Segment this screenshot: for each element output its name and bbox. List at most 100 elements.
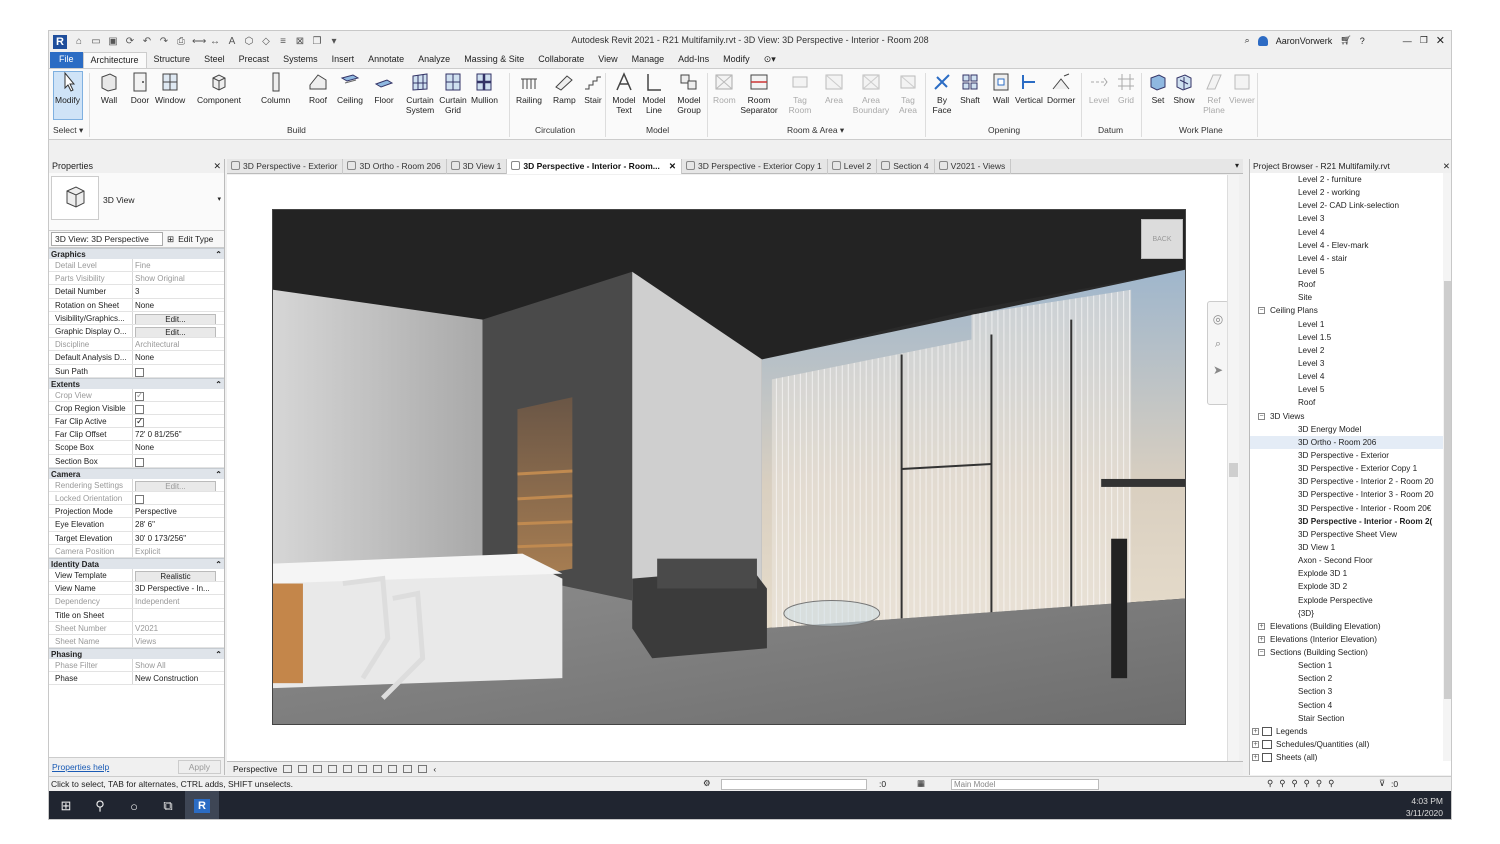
browser-item[interactable]: −3D Views (1250, 410, 1451, 423)
home-icon[interactable]: ⌂ (73, 36, 85, 47)
visual-style-icon[interactable] (298, 764, 308, 773)
property-value[interactable]: Explicit (133, 545, 224, 557)
redo-icon[interactable]: ↷ (158, 36, 170, 47)
property-value[interactable]: Independent (133, 595, 224, 607)
stair-button[interactable]: Stair (582, 71, 604, 105)
property-value[interactable] (133, 389, 224, 401)
close-icon[interactable]: ✕ (1436, 34, 1445, 47)
panel-room-area[interactable]: Room & Area ▾ (787, 125, 844, 136)
properties-help-link[interactable]: Properties help (52, 762, 109, 772)
browser-item[interactable]: 3D Perspective - Interior 2 - Room 20 (1250, 475, 1451, 488)
area-button[interactable]: Area (823, 71, 845, 105)
browser-item[interactable]: Axon - Second Floor (1250, 554, 1451, 567)
browser-item[interactable]: − Ceiling Plans (1250, 304, 1451, 317)
browser-item[interactable]: Roof (1250, 396, 1451, 409)
window-button[interactable]: Window (155, 71, 185, 105)
analytical-model-icon[interactable] (418, 764, 428, 773)
property-value[interactable] (133, 492, 224, 504)
tab-analyze[interactable]: Analyze (411, 52, 457, 68)
mullion-button[interactable]: Mullion (471, 71, 498, 105)
property-value[interactable]: None (133, 441, 224, 453)
browser-item[interactable]: 3D Energy Model (1250, 423, 1451, 436)
property-value[interactable]: Edit... (133, 325, 224, 338)
property-value[interactable]: Show All (133, 659, 224, 671)
property-group[interactable]: Graphics ⌃ (49, 248, 224, 259)
browser-item[interactable]: + Elevations (Building Elevation) (1250, 620, 1451, 633)
property-checkbox[interactable] (135, 416, 144, 428)
property-value[interactable]: Edit... (133, 312, 224, 324)
type-selector[interactable]: 3D View ▾ (49, 173, 224, 231)
view-tab[interactable]: V2021 - Views (935, 159, 1012, 174)
browser-item[interactable]: + Sheets (all) (1250, 751, 1451, 764)
browser-item[interactable]: 3D Perspective - Interior - Room 2( (1250, 515, 1451, 528)
property-value[interactable] (133, 455, 224, 467)
scrollbar-thumb[interactable] (1229, 463, 1238, 477)
property-value[interactable]: New Construction (133, 672, 224, 684)
steering-wheel-icon[interactable]: ◎ (1208, 312, 1228, 326)
viewer-button[interactable]: Viewer (1229, 71, 1255, 105)
grid-button[interactable]: Grid (1115, 71, 1137, 105)
collapse-icon[interactable]: − (1258, 307, 1265, 315)
browser-item[interactable]: Section 2 (1250, 672, 1451, 685)
tag-room-button[interactable]: Tag Room (787, 71, 813, 115)
property-value[interactable]: None (133, 299, 224, 311)
browser-item[interactable]: Level 2 - furniture (1250, 173, 1451, 186)
tag-area-button[interactable]: Tag Area (896, 71, 920, 115)
panel-select[interactable]: Select ▾ (53, 125, 83, 136)
close-icon[interactable]: ✕ (1443, 161, 1450, 171)
minimize-icon[interactable]: — (1403, 36, 1412, 46)
wall-opening-button[interactable]: Wall (990, 71, 1012, 105)
help-icon[interactable]: ? (1360, 36, 1365, 46)
tab-architecture[interactable]: Architecture (82, 52, 147, 68)
browser-item[interactable]: Explode 3D 2 (1250, 580, 1451, 593)
browser-item[interactable]: 3D Ortho - Room 206 (1250, 435, 1451, 449)
property-value[interactable]: Show Original (133, 272, 224, 284)
editable-only-icon[interactable]: ▦ (917, 778, 925, 789)
browser-item[interactable]: Roof (1250, 278, 1451, 291)
tab-view[interactable]: View (591, 52, 624, 68)
scroll-left-icon[interactable]: ‹ (433, 764, 436, 774)
view-tab[interactable]: 3D Ortho - Room 206 (343, 159, 447, 174)
expand-icon[interactable]: + (1252, 741, 1259, 749)
browser-item[interactable]: Level 2 - working (1250, 186, 1451, 199)
ceiling-button[interactable]: Ceiling (337, 71, 363, 105)
browser-item[interactable]: 3D Perspective - Exterior Copy 1 (1250, 462, 1451, 475)
property-group[interactable]: Identity Data ⌃ (49, 557, 224, 569)
collapse-icon[interactable]: − (1258, 649, 1265, 657)
property-value[interactable] (133, 402, 224, 414)
property-value[interactable]: Views (133, 635, 224, 647)
tab-manage[interactable]: Manage (625, 52, 672, 68)
fly-icon[interactable]: ➤ (1208, 363, 1228, 377)
property-value[interactable]: 28' 6" (133, 518, 224, 530)
tab-precast[interactable]: Precast (232, 52, 277, 68)
print-icon[interactable]: ⎙ (175, 36, 187, 47)
tab-systems[interactable]: Systems (276, 52, 325, 68)
binoculars-icon[interactable]: ⌕ (1245, 35, 1250, 46)
browser-item[interactable]: {3D} (1250, 607, 1451, 620)
measure-icon[interactable]: ⟷ (192, 36, 206, 47)
section-icon[interactable]: ◇ (260, 36, 272, 47)
edit-type-button[interactable]: Edit Type (178, 234, 213, 244)
door-button[interactable]: Door (129, 71, 151, 105)
property-value[interactable]: 3 (133, 285, 224, 297)
render-icon[interactable] (343, 764, 353, 773)
view-tab[interactable]: 3D View 1 (447, 159, 508, 174)
set-workplane-button[interactable]: Set (1147, 71, 1169, 105)
browser-item[interactable]: 3D Perspective Sheet View (1250, 528, 1451, 541)
tab-steel[interactable]: Steel (197, 52, 232, 68)
browser-item[interactable]: Section 1 (1250, 659, 1451, 672)
curtain-system-button[interactable]: Curtain System (405, 71, 435, 115)
chevron-down-icon[interactable]: ▾ (217, 195, 221, 203)
expand-icon[interactable]: + (1252, 727, 1259, 735)
browser-item[interactable]: Level 2- CAD Link-selection (1250, 199, 1451, 212)
property-checkbox[interactable] (135, 367, 144, 377)
revit-taskbar-icon[interactable]: R (185, 791, 219, 819)
search-icon[interactable]: ⚲ (83, 791, 117, 819)
tab-add-ins[interactable]: Add-Ins (671, 52, 716, 68)
temp-hide-icon[interactable] (388, 764, 398, 773)
collapse-icon[interactable]: ⌃ (215, 470, 222, 479)
model-group-button[interactable]: Model Group (674, 71, 704, 115)
open-icon[interactable]: ▭ (90, 36, 102, 47)
vertical-opening-button[interactable]: Vertical (1015, 71, 1043, 105)
selection-toggles[interactable]: ⚲⚲⚲⚲⚲⚲ (1267, 778, 1340, 789)
